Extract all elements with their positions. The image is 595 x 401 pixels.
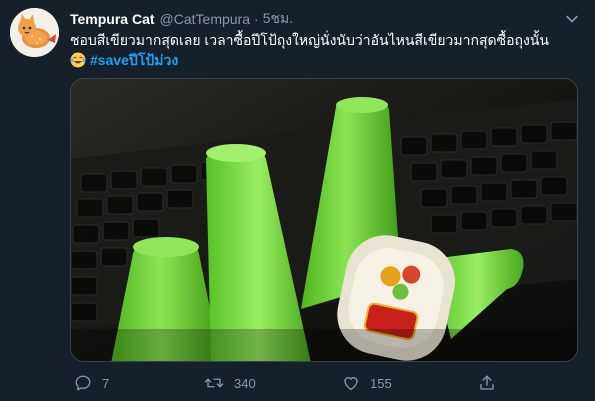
separator-dot: · [254,11,259,27]
share-button[interactable] [478,372,506,394]
display-name[interactable]: Tempura Cat [70,11,155,27]
timestamp[interactable]: 5ชม. [263,8,293,30]
tweet-photo[interactable] [70,78,578,362]
tweet-text-line-2: #saveปีโป้ม่วง [70,50,580,70]
tweet-actions: 7 340 155 [70,372,580,394]
user-handle[interactable]: @CatTempura [160,11,250,27]
like-button[interactable]: 155 [342,372,392,394]
heart-icon [344,377,358,391]
avatar[interactable] [10,8,59,57]
jelly-photo [71,79,577,361]
retweet-count: 340 [234,375,256,391]
like-count: 155 [370,375,392,391]
retweet-icon [204,378,224,388]
reply-button[interactable]: 7 [74,372,109,394]
tweet-text: ชอบสีเขียวมากสุดเลย เวลาซื้อปีโป้ถุงใหญ่… [70,30,580,70]
laughing-tears-emoji-icon [70,52,86,68]
chevron-down-icon [566,15,578,23]
more-options-button[interactable] [563,10,581,28]
retweet-button[interactable]: 340 [204,372,256,394]
tweet[interactable]: Tempura Cat @CatTempura · 5ชม. ชอบสีเขีย… [0,0,595,401]
tweet-text-line: ชอบสีเขียวมากสุดเลย เวลาซื้อปีโป้ถุงใหญ่… [70,32,549,48]
hashtag-link[interactable]: #saveปีโป้ม่วง [90,52,178,68]
reply-icon [75,375,91,391]
tweet-header: Tempura Cat @CatTempura · 5ชม. [70,10,293,28]
reply-count: 7 [102,375,110,391]
share-icon [480,375,494,390]
cat-avatar-icon [10,8,59,57]
